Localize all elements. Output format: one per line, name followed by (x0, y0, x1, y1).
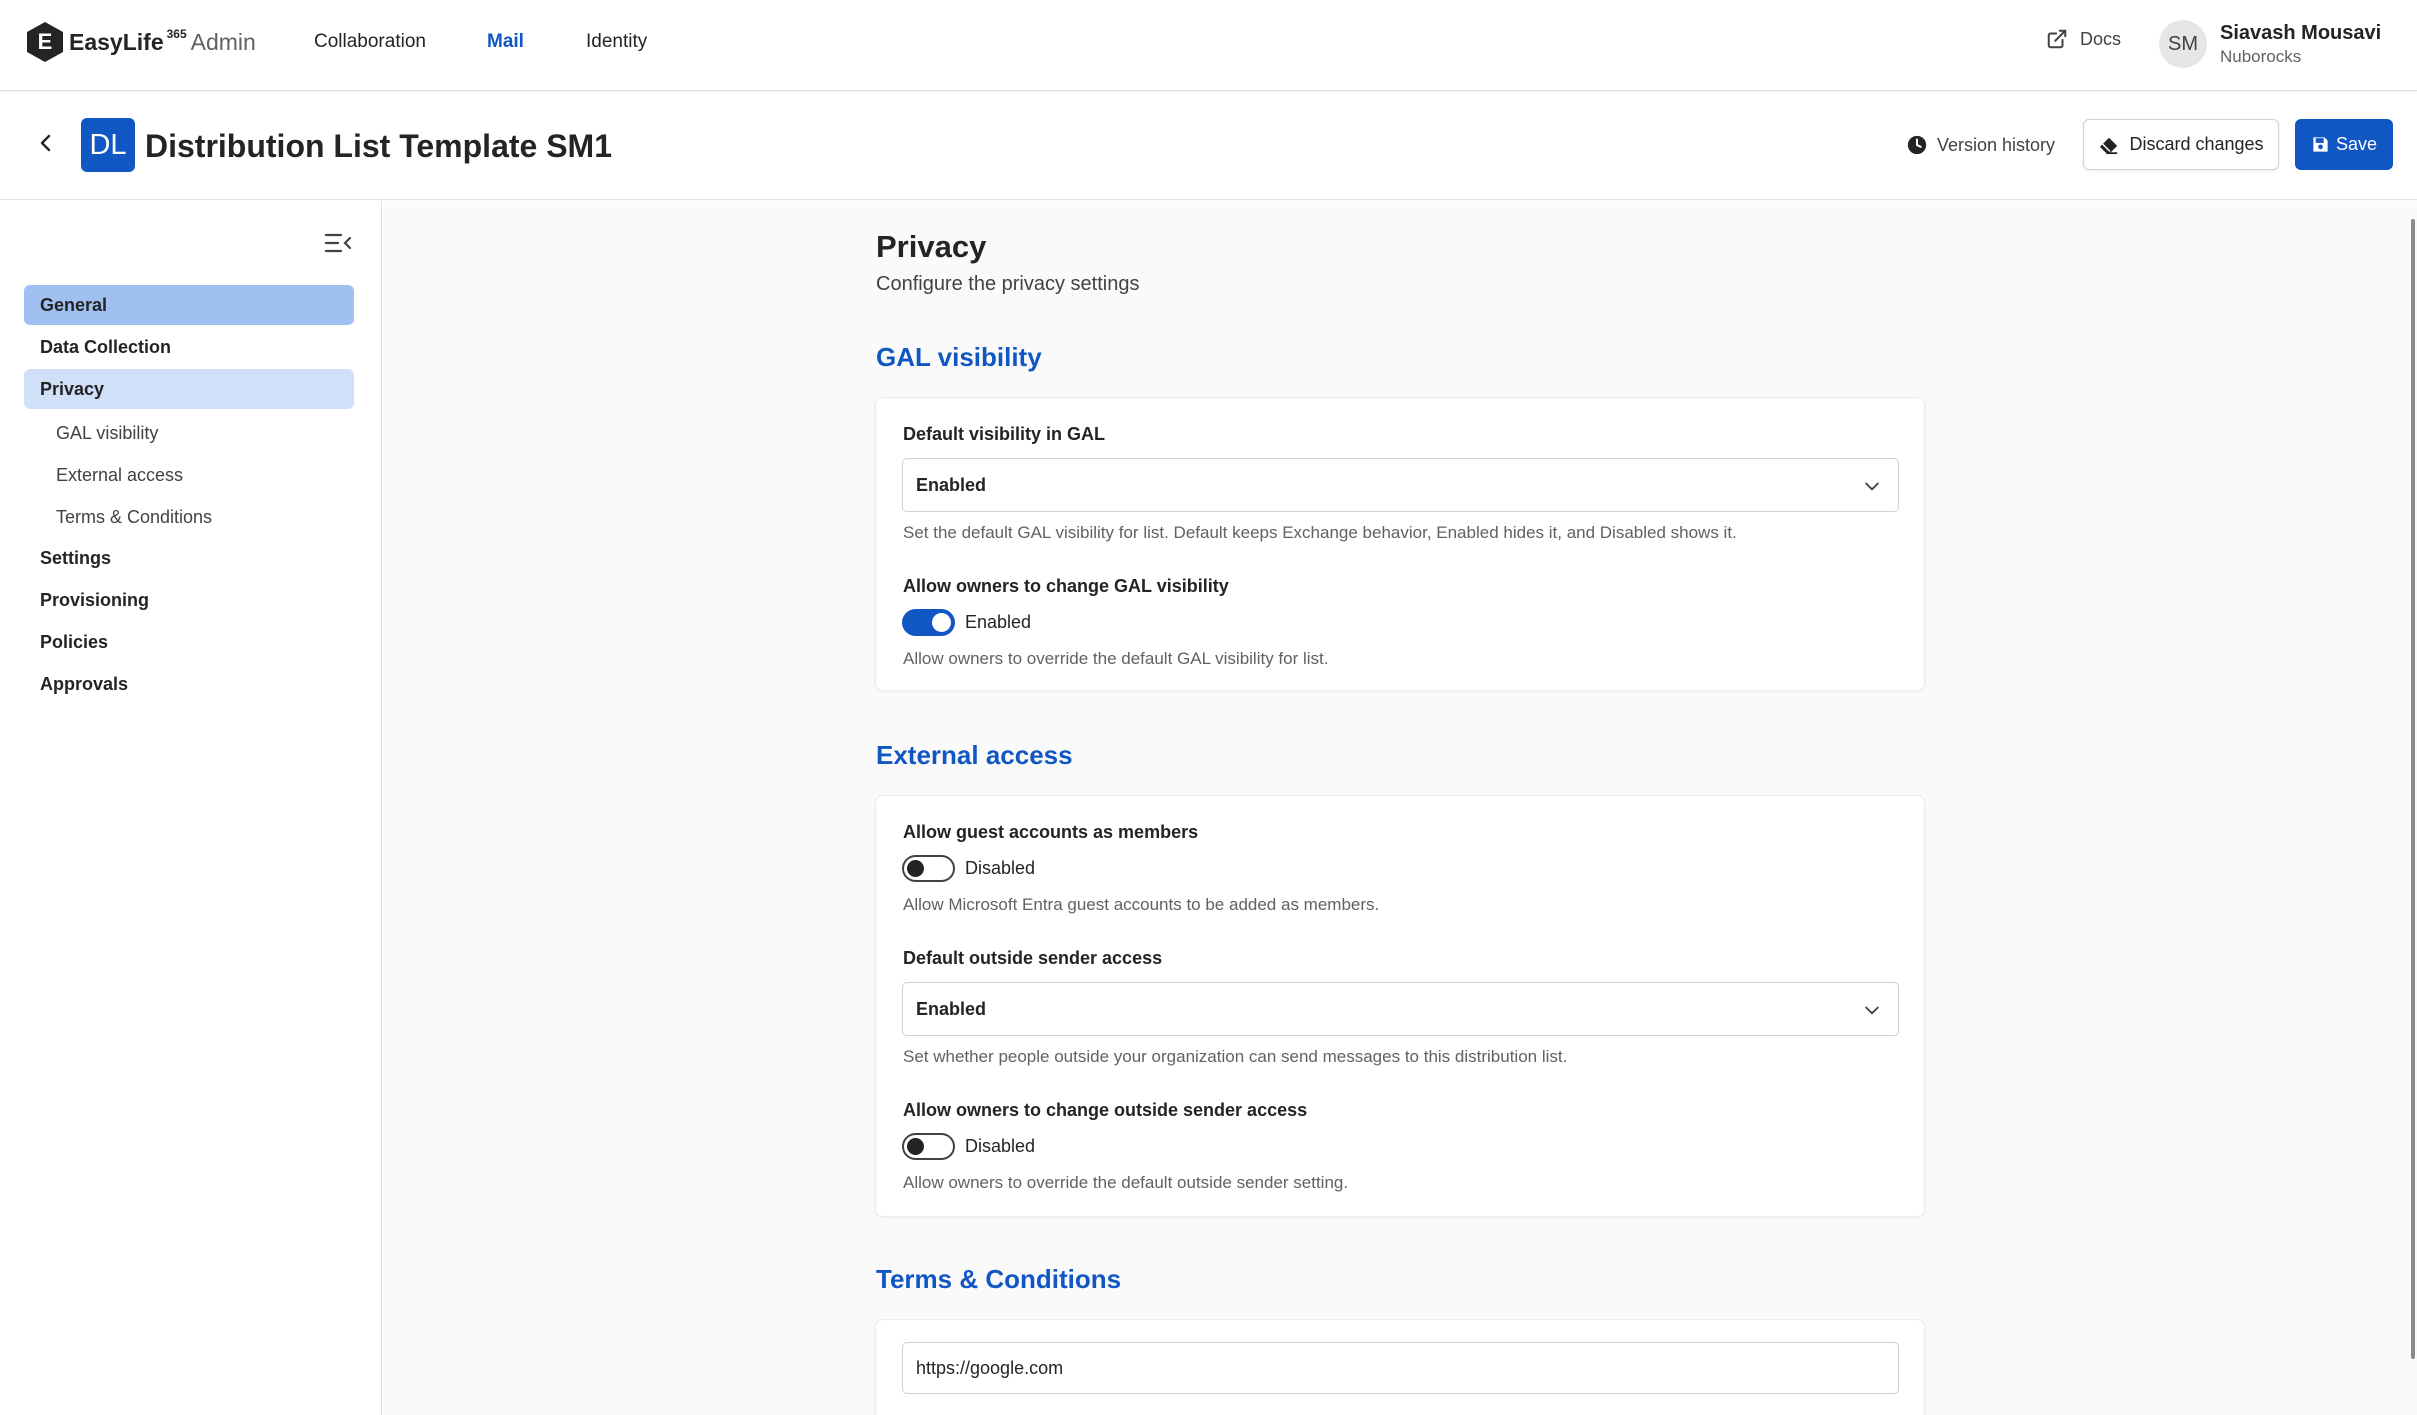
guest-accounts-toggle-row[interactable]: Disabled (902, 855, 1035, 882)
owners-gal-toggle-row[interactable]: Enabled (902, 609, 1031, 636)
sidebar-item-data-collection[interactable]: Data Collection (24, 327, 354, 367)
sidebar-item-label: Data Collection (40, 336, 172, 357)
sidebar-item-label: Privacy (40, 378, 105, 399)
sidebar-item-general[interactable]: General (24, 285, 354, 325)
terms-url-value: https://google.com (916, 1357, 1064, 1378)
discard-label: Discard changes (2129, 134, 2264, 154)
external-link-icon (2047, 29, 2067, 49)
default-gal-select[interactable]: Enabled (902, 458, 1899, 512)
nav-collaboration[interactable]: Collaboration (314, 31, 426, 53)
discard-changes-button[interactable]: Discard changes (2083, 119, 2279, 170)
brand-name: EasyLife (69, 28, 164, 55)
sidebar-item-privacy[interactable]: Privacy (24, 369, 354, 409)
outside-sender-help: Set whether people outside your organiza… (903, 1047, 1568, 1066)
outside-sender-value: Enabled (916, 998, 987, 1019)
default-gal-value: Enabled (916, 474, 987, 495)
sidebar-sub-external-access[interactable]: External access (56, 465, 183, 486)
save-icon (2313, 137, 2328, 152)
main-content: Privacy Configure the privacy settings G… (383, 201, 2417, 1415)
gal-visibility-card: Default visibility in GAL Enabled Set th… (875, 397, 1925, 691)
default-gal-help: Set the default GAL visibility for list.… (903, 523, 1737, 542)
top-bar: E EasyLife 365 Admin Collaboration Mail … (0, 0, 2417, 91)
sidebar-item-approvals[interactable]: Approvals (24, 664, 354, 704)
guest-accounts-help: Allow Microsoft Entra guest accounts to … (903, 895, 1380, 914)
user-org: Nuborocks (2220, 47, 2302, 66)
brand-suffix: Admin (190, 28, 256, 55)
save-label: Save (2335, 134, 2378, 154)
sidebar-sub-terms[interactable]: Terms & Conditions (56, 507, 212, 528)
owners-gal-label: Allow owners to change GAL visibility (903, 576, 1229, 596)
guest-accounts-label: Allow guest accounts as members (903, 822, 1199, 842)
terms-url-input[interactable]: https://google.com (902, 1342, 1899, 1394)
chevron-down-icon (1865, 1006, 1879, 1015)
outside-sender-label: Default outside sender access (903, 948, 1163, 968)
guest-accounts-toggle[interactable] (902, 855, 955, 882)
sidebar-item-label: General (40, 294, 108, 315)
gal-visibility-heading: GAL visibility (876, 342, 1042, 372)
sidebar-item-label: Settings (40, 547, 112, 568)
user-name: Siavash Mousavi (2220, 22, 2382, 44)
section-subtitle: Configure the privacy settings (876, 273, 1140, 295)
section-title: Privacy (876, 229, 987, 264)
sidebar-item-settings[interactable]: Settings (24, 538, 354, 578)
scrollbar[interactable] (2411, 219, 2415, 1359)
nav-mail[interactable]: Mail (487, 31, 524, 53)
brand-logo[interactable]: E EasyLife 365 Admin (27, 22, 256, 62)
sidebar-item-label: Provisioning (40, 589, 150, 610)
sidebar-item-label: Approvals (40, 673, 129, 694)
eraser-icon (2100, 137, 2118, 154)
owners-gal-help: Allow owners to override the default GAL… (903, 649, 1329, 668)
save-button[interactable]: Save (2295, 119, 2393, 170)
collapse-menu-icon[interactable] (324, 231, 352, 255)
owners-sender-toggle[interactable] (902, 1133, 955, 1160)
guest-accounts-state: Disabled (965, 858, 1036, 878)
owners-sender-help: Allow owners to override the default out… (903, 1173, 1349, 1192)
sidebar-item-label: Policies (40, 631, 109, 652)
owners-sender-toggle-row[interactable]: Disabled (902, 1133, 1035, 1160)
docs-link[interactable]: Docs (2046, 28, 2121, 50)
owners-gal-toggle[interactable] (902, 609, 955, 636)
page-title: Distribution List Template SM1 (145, 128, 612, 164)
owners-sender-label: Allow owners to change outside sender ac… (903, 1100, 1308, 1120)
sidebar-sub-gal-visibility[interactable]: GAL visibility (56, 423, 158, 444)
outside-sender-select[interactable]: Enabled (902, 982, 1899, 1036)
brand-hex-icon: E (27, 22, 63, 62)
sidebar: General Data Collection Privacy GAL visi… (0, 201, 382, 1415)
list-type-tile: DL (81, 118, 135, 172)
avatar[interactable]: SM (2159, 20, 2207, 68)
docs-label: Docs (2080, 28, 2122, 49)
chevron-down-icon (1865, 482, 1879, 491)
owners-sender-state: Disabled (965, 1136, 1036, 1156)
default-gal-label: Default visibility in GAL (903, 424, 1106, 444)
sidebar-item-provisioning[interactable]: Provisioning (24, 580, 354, 620)
brand-sup: 365 (166, 27, 187, 41)
external-access-heading: External access (876, 740, 1073, 770)
version-history-button[interactable]: Version history (1906, 134, 2055, 156)
back-arrow-icon[interactable] (34, 131, 58, 155)
page-header: DL Distribution List Template SM1 Versio… (0, 92, 2417, 200)
sidebar-item-policies[interactable]: Policies (24, 622, 354, 662)
terms-card: https://google.com (875, 1319, 1925, 1415)
version-history-label: Version history (1937, 134, 2056, 155)
owners-gal-state: Enabled (965, 612, 1032, 632)
terms-heading: Terms & Conditions (876, 1264, 1122, 1294)
external-access-card: Allow guest accounts as members Disabled… (875, 795, 1925, 1217)
nav-identity[interactable]: Identity (586, 31, 647, 53)
clock-icon (1907, 135, 1927, 155)
